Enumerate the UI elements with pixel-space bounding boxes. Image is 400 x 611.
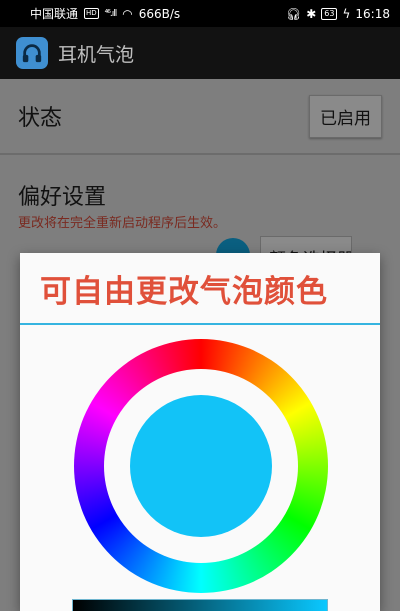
network-speed: 666B/s: [138, 6, 181, 21]
dialog-title-divider: [20, 323, 380, 325]
preferences-title: 偏好设置: [18, 185, 107, 210]
divider: [0, 153, 400, 155]
headphones-icon: 🎧︎: [286, 6, 302, 21]
app-title: 耳机气泡: [58, 43, 135, 66]
app-bar: 耳机气泡: [0, 27, 400, 79]
clock: 16:18: [355, 6, 390, 21]
battery-icon: 63: [321, 7, 338, 20]
signal-icon: ⁴⁶.ıll: [104, 8, 118, 19]
headphones-icon: [22, 44, 42, 63]
hue-wheel-center: [104, 369, 298, 563]
selected-color-swatch[interactable]: [130, 395, 272, 537]
preferences-note: 更改将在完全重新启动程序后生效。: [18, 216, 227, 231]
dialog-title: 可自由更改气泡颜色: [40, 273, 328, 310]
carrier-label: 中国联通: [30, 7, 79, 21]
charging-icon: ϟ: [342, 6, 351, 21]
headphones-app-icon: [16, 37, 48, 69]
wifi-icon: ◠: [122, 6, 133, 21]
color-picker-dialog: 可自由更改气泡颜色: [20, 253, 380, 611]
hue-wheel[interactable]: [74, 339, 328, 593]
hd-badge: HD: [84, 8, 99, 19]
status-toggle-button[interactable]: 已启用: [309, 94, 382, 138]
status-row: 状态 已启用: [0, 79, 400, 153]
saturation-value-bar[interactable]: [72, 599, 328, 611]
status-label: 状态: [18, 106, 63, 131]
bluetooth-icon: ✱: [306, 6, 317, 21]
status-bar: 中国联通 HD ⁴⁶.ıll ◠ 666B/s 🎧︎ ✱ 63 ϟ 16:18: [0, 0, 400, 27]
